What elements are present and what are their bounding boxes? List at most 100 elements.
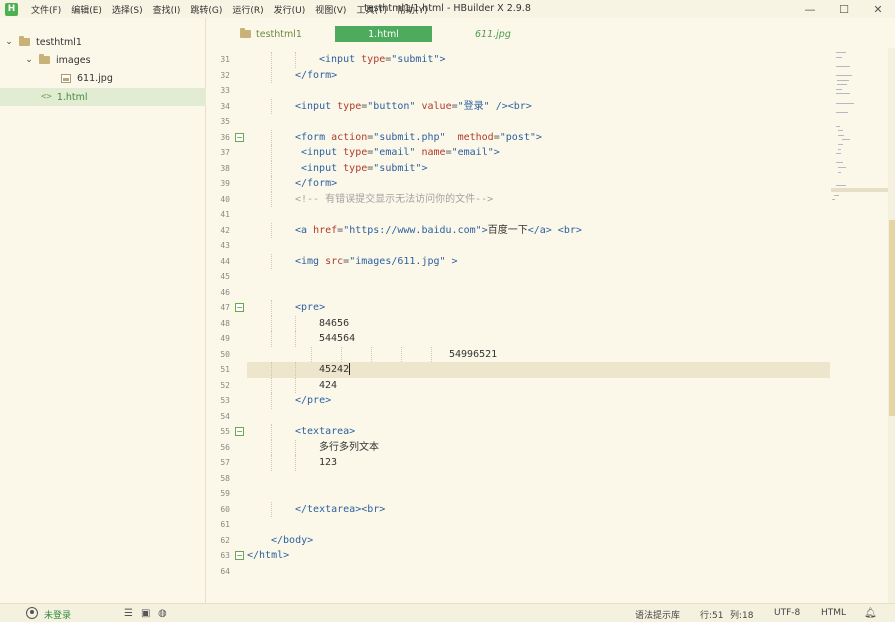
language-mode-selector[interactable]: HTML bbox=[821, 608, 846, 618]
code-line[interactable]: 41 bbox=[207, 207, 831, 223]
fold-toggle-icon[interactable]: − bbox=[235, 303, 244, 312]
minimap[interactable] bbox=[831, 48, 888, 603]
line-number: 44 bbox=[220, 256, 230, 266]
tree-item-file[interactable]: <> 1.html bbox=[0, 88, 206, 106]
network-icon[interactable]: ◍ bbox=[158, 608, 167, 619]
code-token: action bbox=[331, 131, 368, 143]
cursor-line[interactable]: 行:51 bbox=[700, 608, 724, 621]
menu-item[interactable]: 帮助(Y) bbox=[392, 3, 433, 16]
code-line[interactable]: 37 <input type="email" name="email"> bbox=[207, 145, 831, 161]
notification-bell-icon[interactable]: 🔔︎ bbox=[864, 608, 877, 619]
code-line[interactable]: 60 </textarea><br> bbox=[207, 501, 831, 517]
code-token: <textarea> bbox=[295, 426, 356, 437]
code-line[interactable]: 40 <!-- 有错误提交显示无法访问你的文件--> bbox=[207, 191, 831, 207]
encoding-selector[interactable]: UTF-8 bbox=[774, 608, 800, 618]
line-number: 42 bbox=[220, 225, 230, 235]
code-line[interactable]: 39 </form> bbox=[207, 176, 831, 192]
minimize-button[interactable]: — bbox=[793, 0, 827, 18]
code-line[interactable]: 46 bbox=[207, 285, 831, 301]
code-token: "post" bbox=[499, 131, 536, 143]
chevron-down-icon[interactable]: ⌄ bbox=[24, 55, 34, 65]
code-line[interactable]: 49 544564 bbox=[207, 331, 831, 347]
line-number: 45 bbox=[220, 272, 230, 281]
code-text: </pre> bbox=[295, 394, 331, 408]
tree-item-file[interactable]: 611.jpg bbox=[0, 69, 206, 87]
menu-item[interactable]: 运行(R) bbox=[227, 3, 268, 16]
menu-item[interactable]: 工具(T) bbox=[351, 3, 392, 16]
code-editor[interactable]: 31 <input type="submit"> 32 </form> 33 34 <inp… bbox=[207, 48, 831, 603]
code-line[interactable]: 63− </html> bbox=[207, 548, 831, 564]
code-line[interactable]: 43 bbox=[207, 238, 831, 254]
indent-guide bbox=[271, 67, 272, 83]
code-line[interactable]: 44 <img src="images/611.jpg" > bbox=[207, 253, 831, 269]
code-line[interactable]: 55− <textarea> bbox=[207, 424, 831, 440]
menu-item[interactable]: 视图(V) bbox=[310, 3, 351, 16]
code-line[interactable]: 42 <a href="https://www.baidu.com">百度一下</… bbox=[207, 222, 831, 238]
code-line[interactable]: 56 多行多列文本 bbox=[207, 439, 831, 455]
code-line[interactable]: 33 bbox=[207, 83, 831, 99]
vertical-scrollbar[interactable] bbox=[888, 48, 895, 603]
line-number: 40 bbox=[220, 194, 230, 204]
code-line[interactable]: 36− <form action="submit.php" method="pos… bbox=[207, 129, 831, 145]
menu-item[interactable]: 选择(S) bbox=[107, 3, 148, 16]
tree-item-folder[interactable]: ⌄ images bbox=[0, 51, 206, 69]
minimap-line bbox=[836, 111, 848, 113]
code-line[interactable]: 50 54996521 bbox=[207, 346, 831, 362]
code-token: "email" bbox=[451, 147, 494, 158]
login-status[interactable]: 未登录 bbox=[44, 608, 71, 621]
maximize-button[interactable]: ☐ bbox=[827, 0, 861, 18]
code-line[interactable]: 47− <pre> bbox=[207, 300, 831, 316]
scrollbar-thumb[interactable] bbox=[889, 220, 895, 416]
tab-label: testhtml1 bbox=[256, 28, 302, 40]
outline-icon[interactable]: ☰ bbox=[124, 608, 133, 619]
preview-icon[interactable]: ▣ bbox=[141, 608, 150, 619]
code-line[interactable]: 34 <input type="button" value="登录" /><br> bbox=[207, 98, 831, 114]
code-token: <!-- 有错误提交显示无法访问你的文件--> bbox=[295, 193, 494, 205]
indent-guide bbox=[271, 439, 272, 455]
line-number: 34 bbox=[220, 101, 230, 111]
tab-1-html[interactable]: 1.html bbox=[335, 26, 432, 42]
code-line[interactable]: 31 <input type="submit"> bbox=[207, 52, 831, 68]
code-line[interactable]: 62 </body> bbox=[207, 533, 831, 549]
fold-toggle-icon[interactable]: − bbox=[235, 551, 244, 560]
tab-project[interactable]: testhtml1 bbox=[240, 26, 302, 42]
code-line[interactable]: 45 bbox=[207, 269, 831, 285]
fold-toggle-icon[interactable]: − bbox=[235, 427, 244, 436]
code-token: type bbox=[361, 54, 386, 65]
minimap-viewport[interactable] bbox=[831, 188, 888, 192]
code-line[interactable]: 48 84656 bbox=[207, 315, 831, 331]
code-line[interactable]: 53 </pre> bbox=[207, 393, 831, 409]
menu-item[interactable]: 发行(U) bbox=[269, 3, 311, 16]
code-line[interactable]: 54 bbox=[207, 409, 831, 425]
chevron-down-icon[interactable]: ⌄ bbox=[4, 37, 14, 47]
code-line[interactable]: 59 bbox=[207, 486, 831, 502]
code-line[interactable]: 61 bbox=[207, 517, 831, 533]
line-number: 33 bbox=[220, 86, 230, 95]
close-button[interactable]: ✕ bbox=[861, 0, 895, 18]
tree-item-project[interactable]: ⌄ testhtml1 bbox=[0, 33, 206, 51]
minimap-line bbox=[836, 52, 846, 53]
indent-guide bbox=[295, 439, 296, 455]
code-token: </body> bbox=[271, 534, 314, 546]
user-avatar-icon[interactable] bbox=[26, 607, 38, 619]
syntax-hint-library[interactable]: 语法提示库 bbox=[635, 608, 680, 621]
menu-item[interactable]: 查找(I) bbox=[148, 3, 186, 16]
code-line[interactable]: 57 123 bbox=[207, 455, 831, 471]
tab-611-jpg[interactable]: 611.jpg bbox=[475, 26, 511, 42]
menu-item[interactable]: 编辑(E) bbox=[66, 3, 107, 16]
fold-toggle-icon[interactable]: − bbox=[235, 132, 244, 142]
code-token: type bbox=[337, 100, 362, 112]
code-token: <input bbox=[319, 54, 362, 65]
minimap-line bbox=[832, 199, 835, 201]
menu-item[interactable]: 文件(F) bbox=[26, 3, 66, 16]
code-line[interactable]: 64 bbox=[207, 564, 831, 580]
cursor-column[interactable]: 列:18 bbox=[730, 608, 754, 621]
code-line[interactable]: 32 </form> bbox=[207, 67, 831, 83]
code-line[interactable]: 51 45242 bbox=[207, 362, 831, 378]
code-line[interactable]: 52 424 bbox=[207, 377, 831, 393]
code-line[interactable]: 35 bbox=[207, 114, 831, 130]
code-token: <a bbox=[295, 224, 314, 236]
menu-item[interactable]: 跳转(G) bbox=[185, 3, 227, 16]
code-line[interactable]: 38 <input type="submit"> bbox=[207, 160, 831, 176]
code-line[interactable]: 58 bbox=[207, 471, 831, 487]
